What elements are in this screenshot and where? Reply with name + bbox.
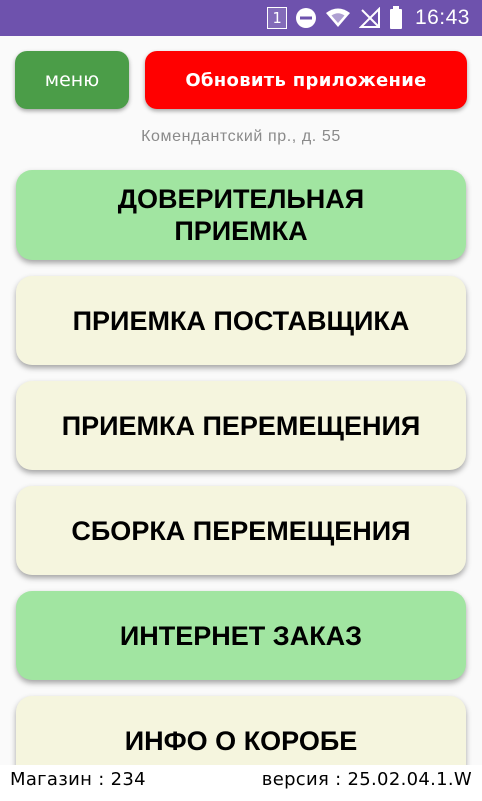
- trusted-receiving-label: ДОВЕРИТЕЛЬНАЯ ПРИЕМКА: [117, 184, 365, 246]
- status-icons: 1 16:43: [259, 0, 470, 36]
- app-version: версия : 25.02.04.1.W: [261, 769, 472, 790]
- update-app-button[interactable]: Обновить приложение: [145, 51, 467, 109]
- trusted-receiving-button[interactable]: ДОВЕРИТЕЛЬНАЯ ПРИЕМКА: [16, 170, 466, 260]
- store-address: Комендантский пр., д. 55: [141, 128, 341, 145]
- store-number: Магазин : 234: [10, 769, 146, 790]
- transfer-receiving-button[interactable]: ПРИЕМКА ПЕРЕМЕЩЕНИЯ: [16, 381, 466, 470]
- sim-badge-icon: 1: [266, 7, 287, 29]
- transfer-receiving-label: ПРИЕМКА ПЕРЕМЕЩЕНИЯ: [61, 410, 421, 441]
- no-signal-icon: [358, 7, 381, 29]
- status-bar: 1 16:43: [0, 0, 482, 36]
- battery-icon: [389, 6, 403, 30]
- online-order-label: ИНТЕРНЕТ ЗАКАЗ: [119, 620, 363, 651]
- supplier-receiving-label: ПРИЕМКА ПОСТАВЩИКА: [72, 305, 410, 336]
- online-order-button[interactable]: ИНТЕРНЕТ ЗАКАЗ: [16, 591, 466, 680]
- sim-number: 1: [266, 7, 287, 29]
- menu-button[interactable]: меню: [15, 51, 129, 109]
- status-clock: 16:43: [414, 6, 470, 29]
- transfer-assembly-label: СБОРКА ПЕРЕМЕЩЕНИЯ: [71, 515, 411, 546]
- wifi-icon: [325, 7, 351, 29]
- footer: Магазин : 234 версия : 25.02.04.1.W: [0, 765, 482, 801]
- transfer-assembly-button[interactable]: СБОРКА ПЕРЕМЕЩЕНИЯ: [16, 486, 466, 575]
- box-info-label: ИНФО О КОРОБЕ: [124, 725, 358, 756]
- supplier-receiving-button[interactable]: ПРИЕМКА ПОСТАВЩИКА: [16, 276, 466, 365]
- app-content: меню Обновить приложение Комендантский п…: [0, 36, 482, 801]
- do-not-disturb-icon: [295, 7, 317, 29]
